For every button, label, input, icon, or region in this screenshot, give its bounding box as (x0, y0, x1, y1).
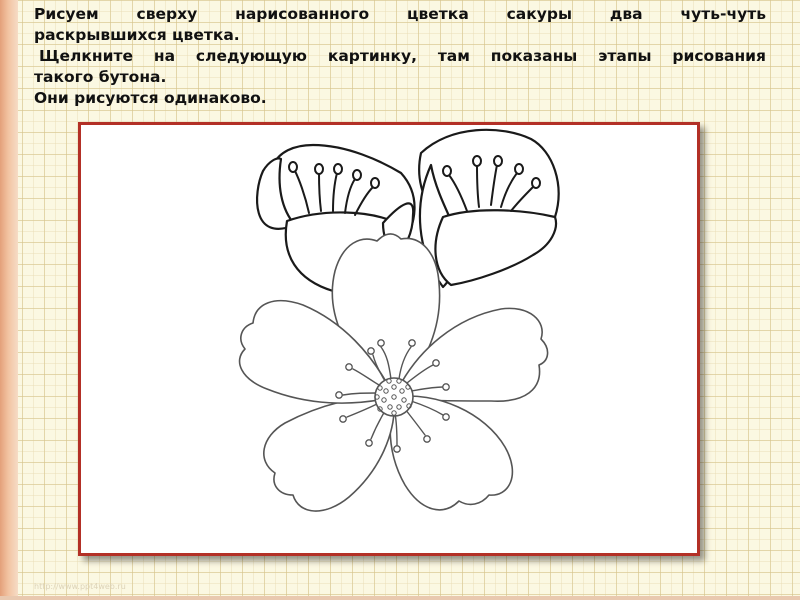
page-bottom-strip (0, 596, 800, 600)
instruction-line-3: Щелкните на следующую картинку, там пока… (39, 47, 766, 65)
right-bud (418, 128, 560, 289)
open-flower (238, 233, 549, 512)
instruction-line-2: раскрывшихся цветка. (34, 26, 240, 44)
page-edge-strip (0, 0, 18, 600)
flower-center (374, 377, 414, 417)
watermark: http://www.ppt4web.ru (34, 582, 126, 591)
flower-petal-bottom-left (263, 395, 396, 512)
instruction-line-1: Рисуем сверху нарисованного цветка сакур… (34, 5, 766, 23)
drawing-frame[interactable] (78, 122, 700, 556)
instruction-text: Рисуем сверху нарисованного цветка сакур… (34, 4, 766, 109)
right-bud-front-petal (434, 209, 558, 287)
instruction-line-4: такого бутона. (34, 68, 167, 86)
sakura-drawing (238, 128, 560, 512)
instruction-line-5: Они рисуются одинаково. (34, 89, 267, 107)
